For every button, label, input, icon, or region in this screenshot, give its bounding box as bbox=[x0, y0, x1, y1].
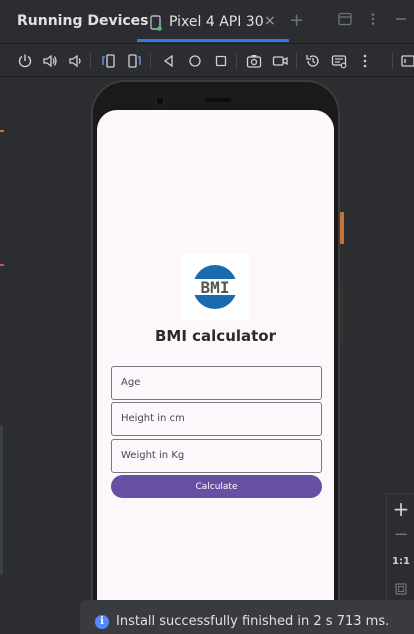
height-placeholder: Height in cm bbox=[121, 413, 185, 424]
weight-field[interactable]: Weight in Kg bbox=[111, 439, 322, 473]
tab-pixel-4[interactable]: Pixel 4 API 30 × bbox=[137, 4, 289, 42]
emulator-toolbar bbox=[0, 45, 414, 77]
zoom-controls: + − 1:1 bbox=[386, 493, 414, 605]
tool-window-header: Running Devices Pixel 4 API 30 × + bbox=[0, 0, 414, 44]
screen-record-icon[interactable] bbox=[270, 51, 290, 71]
notification-message: Install successfully finished in 2 s 713… bbox=[116, 614, 390, 629]
header-actions bbox=[338, 12, 414, 30]
height-field[interactable]: Height in cm bbox=[111, 402, 322, 436]
controls-icon[interactable] bbox=[329, 51, 349, 71]
rotate-left-icon[interactable] bbox=[99, 51, 119, 71]
camera-icon bbox=[155, 96, 165, 106]
calculate-button[interactable]: Calculate bbox=[111, 475, 322, 498]
volume-side-button[interactable] bbox=[340, 282, 343, 346]
toolbar-separator bbox=[150, 53, 151, 69]
screenshot-icon[interactable] bbox=[244, 51, 264, 71]
device-icon bbox=[150, 15, 162, 31]
power-side-button[interactable] bbox=[340, 212, 344, 244]
rotate-right-icon[interactable] bbox=[124, 51, 144, 71]
window-layout-icon[interactable] bbox=[338, 12, 352, 30]
zoom-in-icon[interactable]: + bbox=[387, 497, 414, 521]
toolbar-separator bbox=[236, 53, 237, 69]
volume-down-icon[interactable] bbox=[65, 51, 85, 71]
active-tab-indicator bbox=[137, 39, 289, 42]
device-screen[interactable]: BMI BMI calculator Age Height in cm Weig… bbox=[97, 110, 334, 630]
overview-icon[interactable] bbox=[211, 51, 231, 71]
speaker-grille bbox=[205, 98, 231, 102]
toolbar-separator bbox=[296, 53, 297, 69]
app-title: BMI calculator bbox=[154, 327, 277, 345]
minimize-icon[interactable] bbox=[394, 12, 408, 30]
reset-icon[interactable] bbox=[303, 51, 323, 71]
age-placeholder: Age bbox=[121, 377, 141, 388]
more-icon[interactable] bbox=[355, 51, 375, 71]
toolbar-separator bbox=[90, 53, 91, 69]
edge-marker bbox=[0, 264, 4, 266]
bmi-logo-text: BMI bbox=[201, 278, 230, 297]
edge-marker bbox=[0, 130, 4, 132]
info-icon: i bbox=[95, 615, 109, 629]
weight-placeholder: Weight in Kg bbox=[121, 450, 185, 461]
bmi-logo: BMI bbox=[181, 254, 249, 320]
toolbar-separator bbox=[392, 53, 393, 69]
close-icon[interactable]: × bbox=[264, 13, 276, 29]
notification-balloon[interactable]: i Install successfully finished in 2 s 7… bbox=[80, 600, 414, 634]
running-devices-window: Running Devices Pixel 4 API 30 × + BMI B… bbox=[0, 0, 414, 634]
zoom-out-icon[interactable]: − bbox=[387, 524, 414, 545]
power-icon[interactable] bbox=[15, 51, 35, 71]
bmi-logo-image: BMI bbox=[191, 265, 239, 309]
volume-up-icon[interactable] bbox=[40, 51, 60, 71]
display-settings-icon[interactable] bbox=[398, 51, 414, 71]
back-icon[interactable] bbox=[159, 51, 179, 71]
tab-label: Pixel 4 API 30 bbox=[169, 14, 264, 30]
options-icon[interactable] bbox=[366, 12, 380, 30]
edge-scrollbar bbox=[0, 425, 3, 575]
fit-screen-icon[interactable] bbox=[387, 580, 414, 599]
actual-size-button[interactable]: 1:1 bbox=[387, 556, 414, 567]
age-field[interactable]: Age bbox=[111, 366, 322, 400]
home-icon[interactable] bbox=[185, 51, 205, 71]
add-tab-icon[interactable]: + bbox=[289, 10, 304, 31]
panel-title: Running Devices bbox=[17, 13, 149, 29]
